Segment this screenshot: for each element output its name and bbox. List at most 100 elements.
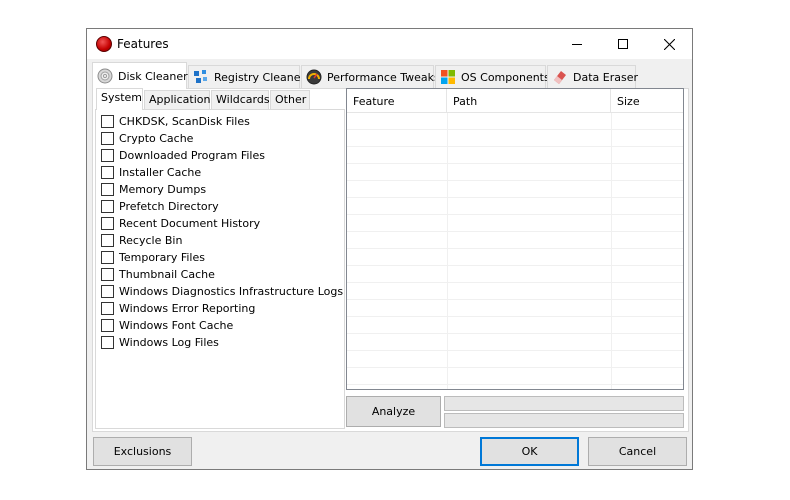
- tab-system[interactable]: System: [96, 88, 143, 110]
- system-item-checkbox[interactable]: CHKDSK, ScanDisk Files: [101, 113, 250, 129]
- table-row: [347, 249, 683, 266]
- cancel-button[interactable]: Cancel: [588, 437, 687, 466]
- tab-label: Performance Tweaks: [327, 70, 440, 84]
- system-item-checkbox[interactable]: Recycle Bin: [101, 232, 182, 248]
- tab-label: Data Eraser: [573, 70, 638, 84]
- system-item-checkbox[interactable]: Thumbnail Cache: [101, 266, 215, 282]
- checkbox-label: Installer Cache: [119, 165, 202, 179]
- title-bar[interactable]: Features: [87, 29, 692, 59]
- table-row: [347, 368, 683, 385]
- column-divider: [611, 113, 612, 389]
- checkbox[interactable]: [101, 165, 114, 179]
- analyze-button[interactable]: Analyze: [346, 396, 441, 427]
- table-row: [347, 317, 683, 334]
- checkbox-label: Crypto Cache: [119, 131, 194, 145]
- checkbox-label: Thumbnail Cache: [119, 267, 215, 281]
- checkbox[interactable]: [101, 114, 114, 128]
- results-list[interactable]: Feature Path Size: [346, 88, 684, 390]
- checkbox[interactable]: [101, 267, 114, 281]
- system-item-checkbox[interactable]: Windows Diagnostics Infrastructure Logs: [101, 283, 343, 299]
- system-item-checkbox[interactable]: Prefetch Directory: [101, 198, 219, 214]
- tab-data-eraser[interactable]: Data Eraser: [547, 65, 638, 88]
- maximize-button[interactable]: [600, 29, 646, 59]
- checkbox-label: Memory Dumps: [119, 182, 207, 196]
- table-row: [347, 266, 683, 283]
- system-item-checkbox[interactable]: Windows Log Files: [101, 334, 219, 350]
- checkbox[interactable]: [101, 301, 114, 315]
- minimize-button[interactable]: [554, 29, 600, 59]
- checkbox[interactable]: [101, 216, 114, 230]
- system-item-checkbox[interactable]: Memory Dumps: [101, 181, 206, 197]
- tab-disk-cleaner[interactable]: Disk Cleaner: [92, 62, 188, 89]
- checkbox-label: CHKDSK, ScanDisk Files: [119, 114, 250, 128]
- system-item-checkbox[interactable]: Windows Error Reporting: [101, 300, 255, 316]
- checkbox-label: Temporary Files: [119, 250, 205, 264]
- column-size[interactable]: Size: [611, 89, 683, 113]
- table-row: [347, 130, 683, 147]
- tab-wildcards[interactable]: Wildcards: [211, 90, 270, 109]
- table-row: [347, 300, 683, 317]
- checkbox[interactable]: [101, 199, 114, 213]
- column-feature[interactable]: Feature: [347, 89, 447, 113]
- close-button[interactable]: [646, 29, 692, 59]
- disc-icon: [97, 68, 113, 84]
- table-row: [347, 334, 683, 351]
- checkbox[interactable]: [101, 318, 114, 332]
- checkbox[interactable]: [101, 131, 114, 145]
- column-path[interactable]: Path: [447, 89, 611, 113]
- tab-label: Registry Cleaner: [214, 70, 306, 84]
- close-icon: [663, 38, 675, 50]
- tab-os-components[interactable]: OS Components: [435, 65, 550, 88]
- progress-bar-bottom: [444, 413, 684, 428]
- list-header: Feature Path Size: [347, 89, 683, 113]
- tab-other[interactable]: Other: [270, 90, 310, 109]
- table-row: [347, 164, 683, 181]
- table-row: [347, 198, 683, 215]
- checkbox[interactable]: [101, 182, 114, 196]
- table-row: [347, 181, 683, 198]
- checkbox[interactable]: [101, 233, 114, 247]
- system-item-checkbox[interactable]: Downloaded Program Files: [101, 147, 265, 163]
- checkbox[interactable]: [101, 335, 114, 349]
- red-circle-icon: [96, 36, 112, 52]
- tab-registry-cleaner[interactable]: Registry Cleaner: [188, 65, 305, 88]
- system-item-checkbox[interactable]: Recent Document History: [101, 215, 260, 231]
- table-row: [347, 283, 683, 300]
- system-item-checkbox[interactable]: Installer Cache: [101, 164, 201, 180]
- checkbox-label: Windows Error Reporting: [119, 301, 256, 315]
- maximize-icon: [618, 39, 628, 49]
- checkbox[interactable]: [101, 284, 114, 298]
- system-item-checkbox[interactable]: Temporary Files: [101, 249, 205, 265]
- progress-bar-top: [444, 396, 684, 411]
- checkbox[interactable]: [101, 148, 114, 162]
- tab-label: Disk Cleaner: [118, 69, 188, 83]
- system-item-checkbox[interactable]: Crypto Cache: [101, 130, 193, 146]
- column-divider: [447, 113, 448, 389]
- checkbox-label: Recycle Bin: [119, 233, 183, 247]
- tab-applications[interactable]: Applications: [144, 90, 216, 109]
- checkbox-label: Windows Diagnostics Infrastructure Logs: [119, 284, 344, 298]
- windows-logo-icon: [440, 69, 456, 85]
- eraser-icon: [552, 69, 568, 85]
- table-row: [347, 232, 683, 249]
- registry-cubes-icon: [193, 69, 209, 85]
- checkbox-label: Downloaded Program Files: [119, 148, 265, 162]
- tab-performance-tweaks[interactable]: Performance Tweaks: [301, 65, 440, 88]
- gauge-icon: [306, 69, 322, 85]
- features-dialog: Features Disk Cleaner Registry Cleaner P…: [86, 28, 693, 470]
- minimize-icon: [572, 43, 582, 45]
- window-title: Features: [117, 37, 169, 51]
- table-row: [347, 351, 683, 368]
- checkbox-label: Recent Document History: [119, 216, 261, 230]
- exclusions-button[interactable]: Exclusions: [93, 437, 192, 466]
- table-row: [347, 147, 683, 164]
- checkbox[interactable]: [101, 250, 114, 264]
- tab-label: OS Components: [461, 70, 550, 84]
- table-row: [347, 113, 683, 130]
- ok-button[interactable]: OK: [480, 437, 579, 466]
- checkbox-label: Windows Font Cache: [119, 318, 234, 332]
- table-row: [347, 215, 683, 232]
- checkbox-label: Windows Log Files: [119, 335, 219, 349]
- system-item-checkbox[interactable]: Windows Font Cache: [101, 317, 233, 333]
- checkbox-label: Prefetch Directory: [119, 199, 219, 213]
